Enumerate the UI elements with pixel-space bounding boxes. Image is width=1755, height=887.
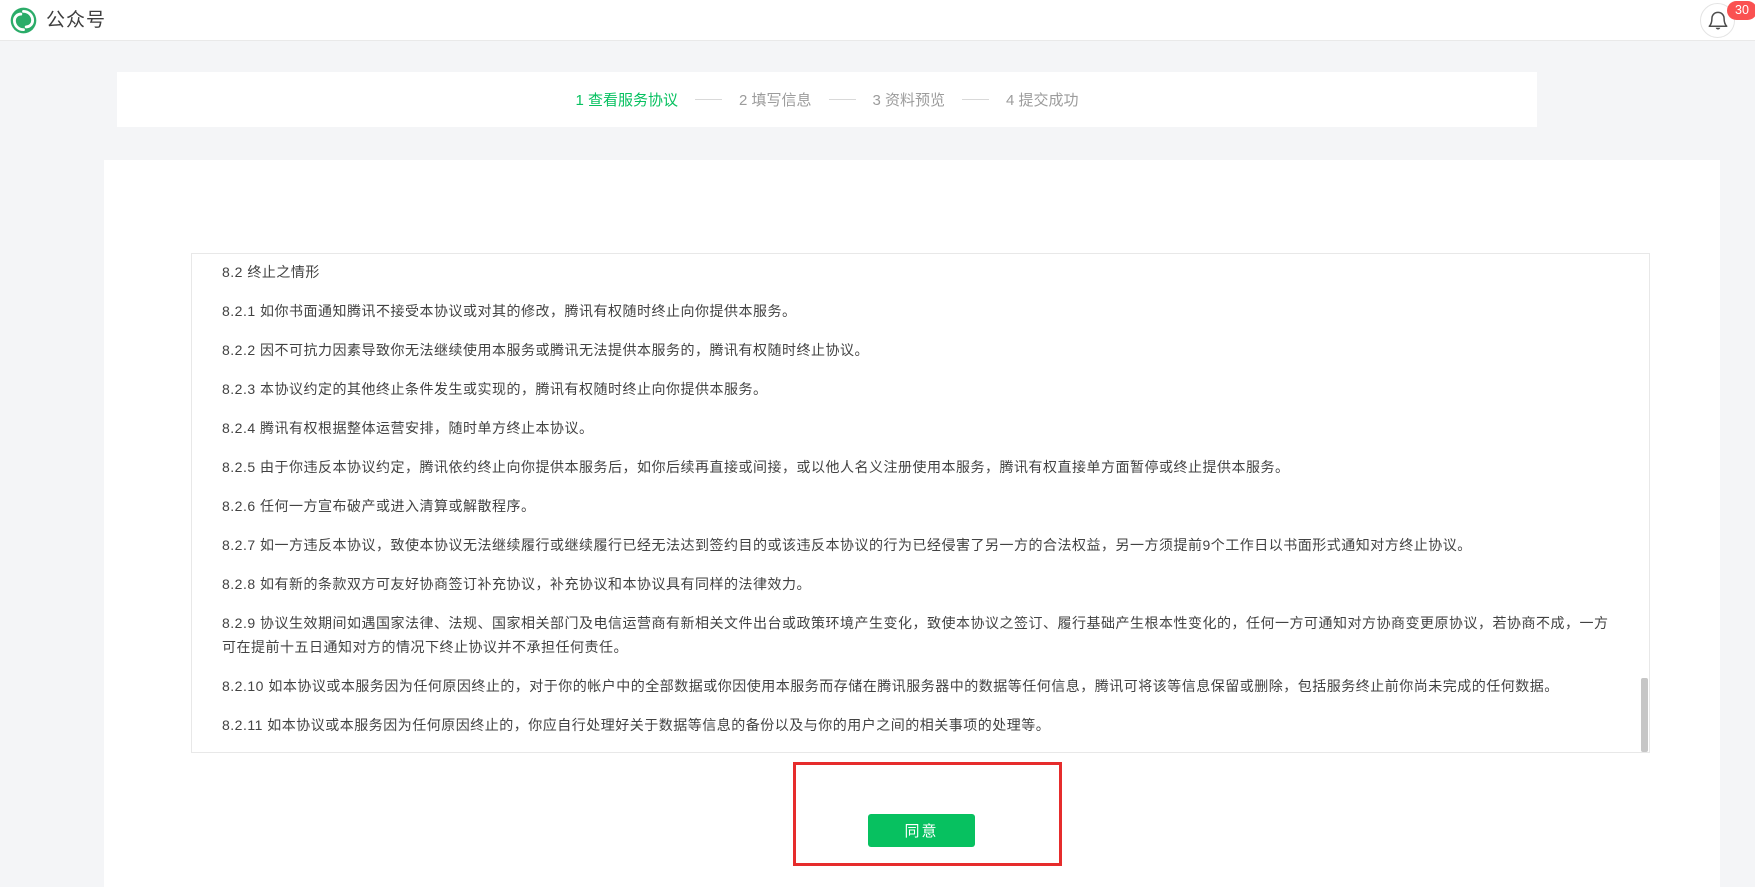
wechat-official-account-logo-icon	[10, 7, 37, 34]
agreement-paragraph: 8.2.7 如一方违反本协议，致使本协议无法继续履行或继续履行已经无法达到签约目…	[222, 533, 1619, 557]
agreement-paragraph: 8.2.5 由于你违反本协议约定，腾讯依约终止向你提供本服务后，如你后续再直接或…	[222, 455, 1619, 479]
service-agreement-scroll-area[interactable]: 8.2 终止之情形 8.2.1 如你书面通知腾讯不接受本协议或对其的修改，腾讯有…	[191, 253, 1650, 753]
agreement-paragraph: 8.2 终止之情形	[222, 260, 1619, 284]
agreement-paragraph: 8.2.1 如你书面通知腾讯不接受本协议或对其的修改，腾讯有权随时终止向你提供本…	[222, 299, 1619, 323]
agreement-paragraph: 8.2.2 因不可抗力因素导致你无法继续使用本服务或腾讯无法提供本服务的，腾讯有…	[222, 338, 1619, 362]
step-preview-materials: 3 资料预览	[873, 89, 946, 110]
agreement-paragraph: 8.2.4 腾讯有权根据整体运营安排，随时单方终止本协议。	[222, 416, 1619, 440]
step-separator	[829, 99, 856, 100]
agreement-paragraph: 8.2.3 本协议约定的其他终止条件发生或实现的，腾讯有权随时终止向你提供本服务…	[222, 377, 1619, 401]
step-view-service-agreement: 1 查看服务协议	[575, 89, 678, 110]
agreement-paragraph: 8.2.11 如本协议或本服务因为任何原因终止的，你应自行处理好关于数据等信息的…	[222, 713, 1619, 737]
agreement-paragraph: 8.2.9 协议生效期间如遇国家法律、法规、国家相关部门及电信运营商有新相关文件…	[222, 611, 1619, 659]
brand-title: 公众号	[46, 0, 106, 41]
step-fill-information: 2 填写信息	[739, 89, 812, 110]
agree-button[interactable]: 同意	[868, 814, 975, 847]
agreement-paragraph: 8.2.10 如本协议或本服务因为任何原因终止的，对于你的帐户中的全部数据或你因…	[222, 674, 1619, 698]
registration-stepper: 1 查看服务协议 2 填写信息 3 资料预览 4 提交成功	[117, 72, 1537, 127]
agreement-panel: 8.2 终止之情形 8.2.1 如你书面通知腾讯不接受本协议或对其的修改，腾讯有…	[104, 160, 1720, 887]
bell-icon	[1708, 10, 1728, 32]
step-submit-success: 4 提交成功	[1006, 89, 1079, 110]
notification-count-badge: 30	[1727, 1, 1755, 20]
agreement-paragraph: 8.2.6 任何一方宣布破产或进入清算或解散程序。	[222, 494, 1619, 518]
top-header-bar: 公众号 30	[0, 0, 1755, 41]
agreement-paragraph: 8.2.8 如有新的条款双方可友好协商签订补充协议，补充协议和本协议具有同样的法…	[222, 572, 1619, 596]
scrollbar-thumb[interactable]	[1641, 678, 1648, 752]
step-separator	[962, 99, 989, 100]
step-separator	[695, 99, 722, 100]
